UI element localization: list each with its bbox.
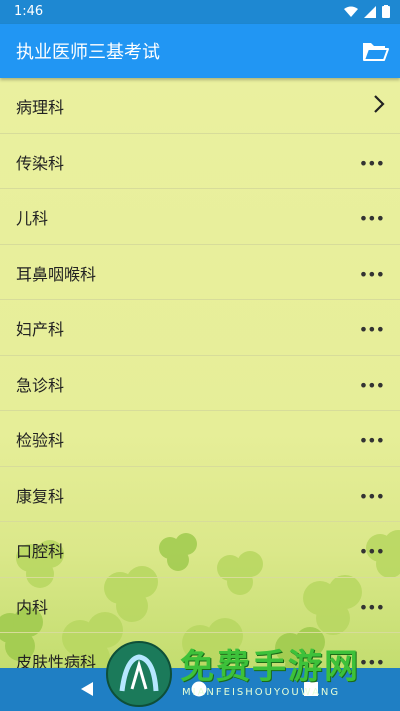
more-horizontal-icon[interactable]: ••• — [359, 265, 385, 284]
list-item[interactable]: 妇产科 ••• — [0, 300, 400, 356]
status-bar: 1:46 — [0, 0, 400, 24]
item-label: 儿科 — [16, 209, 49, 228]
battery-icon — [382, 5, 390, 18]
more-horizontal-icon[interactable]: ••• — [359, 209, 385, 228]
category-list: 病理科 传染科 ••• 儿科 ••• 耳鼻咽喉科 ••• 妇产科 ••• 急诊科… — [0, 78, 400, 668]
list-item[interactable]: 急诊科 ••• — [0, 356, 400, 411]
watermark-text: 免费手游网 — [180, 647, 360, 687]
watermark-logo-icon — [106, 641, 172, 707]
folder-open-icon[interactable] — [360, 36, 390, 66]
more-horizontal-icon[interactable]: ••• — [359, 487, 385, 506]
list-item[interactable]: 口腔科 ••• — [0, 522, 400, 578]
watermark-subtext: MIANFEISHOUYOUWANG — [182, 687, 341, 698]
more-horizontal-icon[interactable]: ••• — [359, 376, 385, 395]
app-bar: 执业医师三基考试 — [0, 24, 400, 78]
list-item[interactable]: 耳鼻咽喉科 ••• — [0, 245, 400, 300]
list-item[interactable]: 内科 ••• — [0, 578, 400, 633]
item-label: 皮肤性病科 — [16, 653, 97, 668]
list-item[interactable]: 检验科 ••• — [0, 411, 400, 467]
chevron-right-icon[interactable] — [372, 94, 386, 114]
app-title: 执业医师三基考试 — [16, 42, 160, 63]
signal-icon — [364, 5, 376, 18]
wifi-icon — [344, 6, 358, 17]
status-icons — [344, 5, 390, 18]
back-icon[interactable] — [78, 680, 96, 698]
more-horizontal-icon[interactable]: ••• — [359, 431, 385, 450]
list-item[interactable]: 康复科 ••• — [0, 467, 400, 522]
item-label: 急诊科 — [16, 375, 65, 395]
list-item[interactable]: 病理科 — [0, 78, 400, 134]
list-item[interactable]: 传染科 ••• — [0, 134, 400, 189]
item-label: 耳鼻咽喉科 — [16, 264, 97, 284]
item-label: 检验科 — [16, 431, 65, 450]
status-time: 1:46 — [14, 4, 44, 19]
item-label: 口腔科 — [16, 542, 65, 561]
more-horizontal-icon[interactable]: ••• — [359, 154, 385, 173]
item-label: 内科 — [16, 597, 49, 617]
more-horizontal-icon[interactable]: ••• — [359, 320, 385, 339]
more-horizontal-icon[interactable]: ••• — [359, 542, 385, 561]
item-label: 康复科 — [16, 486, 65, 506]
item-label: 妇产科 — [16, 320, 65, 339]
item-label: 病理科 — [16, 98, 65, 117]
list-item[interactable]: 儿科 ••• — [0, 189, 400, 245]
watermark: 免费手游网 MIANFEISHOUYOUWANG — [100, 635, 400, 711]
more-horizontal-icon[interactable]: ••• — [359, 598, 385, 617]
item-label: 传染科 — [16, 153, 65, 173]
